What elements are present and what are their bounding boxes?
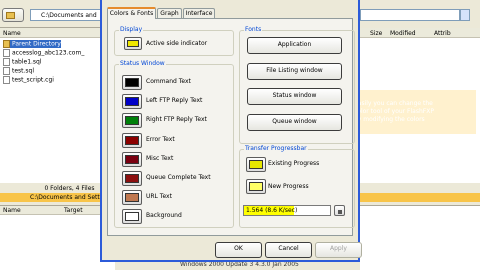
file-list-item[interactable]: accesslog_abc123.com_ (3, 49, 84, 57)
file-list-item[interactable]: test.sql (3, 67, 34, 75)
existing-progress-label: Existing Progress (268, 160, 320, 167)
new-progress-label: New Progress (268, 183, 309, 190)
display-group-title: Display (119, 26, 144, 33)
tab-graph[interactable]: Graph (157, 8, 182, 18)
active-side-indicator-label: Active side indicator (146, 40, 208, 47)
existing-progress-color-button[interactable] (246, 157, 266, 172)
existing-progress-swatch (249, 160, 263, 169)
file-icon (3, 67, 10, 75)
tooltip-line-2: color tool of your FlashFXP (354, 108, 434, 115)
status-color-swatch (125, 97, 139, 107)
status-color-button[interactable] (122, 132, 142, 148)
tooltip-line-1: Easily you can change the (354, 100, 433, 107)
file-name: table1.sql (12, 58, 42, 66)
active-side-indicator-color-button[interactable] (124, 37, 142, 50)
file-name: test.sql (12, 67, 35, 75)
tab-colors-fonts-label: Colors & Fonts (109, 10, 154, 17)
local-path-text: C:\Documents and Sett (30, 194, 100, 201)
progress-preview-text: 1.564 (8.6 K/sec) (246, 207, 298, 214)
status-color-swatch (125, 193, 139, 203)
queue-col-name: Name (3, 207, 21, 214)
status-color-label: Right FTP Reply Text (146, 116, 207, 124)
column-name-header: Name (3, 30, 21, 37)
local-path-bar: C:\Documents and Sett (0, 193, 115, 202)
queue-panel[interactable]: Name Target (0, 205, 115, 270)
remote-list-header[interactable]: Size Modified Attrib (360, 28, 480, 38)
queue-col-target: Target (64, 207, 83, 214)
file-name: Parent Directory (12, 40, 61, 48)
file-list-item[interactable]: test_script.cgi (3, 76, 54, 84)
bottom-text: Windows 2000 Update 3 4.3.0 Jan 2005 (180, 261, 299, 268)
tooltip-overlay: Easily you can change the color tool of … (340, 90, 476, 134)
folder-dropdown[interactable] (2, 8, 24, 22)
lock-icon[interactable] (334, 205, 345, 216)
file-name: test_script.cgi (12, 76, 54, 84)
preferences-dialog: Colors & Fonts Graph Interface Display A… (100, 0, 362, 262)
apply-button[interactable]: Apply (315, 242, 362, 258)
status-color-button[interactable] (122, 151, 142, 167)
status-color-button[interactable] (122, 209, 142, 225)
file-list-header[interactable]: Name (0, 28, 115, 38)
file-icon (3, 58, 10, 66)
progress-preview-bar: 1.564 (8.6 K/sec) (243, 205, 331, 216)
file-icon (3, 49, 10, 57)
path-text: C:\Documents and (41, 12, 97, 19)
application-font-button[interactable]: Application (247, 37, 342, 54)
parent-folder-icon (3, 40, 10, 48)
tooltip-line-3: by modifying the colors (354, 116, 425, 123)
column-size-header: Size (370, 30, 383, 37)
file-icon (3, 76, 10, 84)
active-side-indicator-swatch (127, 40, 139, 47)
status-color-label: Command Text (146, 78, 191, 85)
tab-graph-label: Graph (160, 10, 179, 17)
status-color-swatch (125, 116, 139, 126)
file-listing-window-font-button[interactable]: File Listing window (247, 63, 342, 80)
status-color-label: URL Text (146, 193, 172, 201)
status-color-swatch (125, 154, 139, 164)
status-color-label: Background (146, 212, 182, 220)
column-modified-header: Modified (390, 30, 416, 37)
ok-button[interactable]: OK (215, 242, 262, 258)
status-color-label: Queue Complete Text (146, 174, 211, 181)
queue-header: Name Target (0, 206, 115, 215)
queue-window-font-button[interactable]: Queue window (247, 114, 342, 131)
tab-interface-label: Interface (185, 10, 213, 17)
remote-queue-area (360, 205, 480, 270)
status-color-label: Misc Text (146, 154, 174, 162)
status-color-label: Left FTP Reply Text (146, 97, 203, 105)
status-color-swatch (125, 78, 139, 87)
new-progress-color-button[interactable] (246, 179, 266, 194)
file-list-item[interactable]: table1.sql (3, 58, 42, 66)
tab-interface[interactable]: Interface (183, 8, 215, 18)
status-window-font-button[interactable]: Status window (247, 88, 342, 105)
folder-icon (6, 12, 15, 19)
cancel-button[interactable]: Cancel (265, 242, 312, 258)
remote-path-bar (360, 193, 480, 202)
status-color-button[interactable] (122, 94, 142, 110)
dropdown-arrow-icon[interactable] (460, 9, 470, 21)
transfer-progressbar-group-title: Transfer Progressbar (244, 145, 308, 152)
right-path-combobox[interactable] (360, 9, 460, 21)
file-name: accesslog_abc123.com_ (12, 49, 85, 57)
fonts-group-title: Fonts (244, 26, 263, 33)
tab-colors-fonts[interactable]: Colors & Fonts (107, 7, 156, 19)
status-color-swatch (125, 135, 139, 145)
status-window-group-title: Status Window (119, 60, 166, 67)
column-attrib-header: Attrib (434, 30, 451, 37)
new-progress-swatch (249, 182, 263, 191)
status-color-swatch (125, 212, 139, 222)
status-color-button[interactable] (122, 75, 142, 90)
status-color-button[interactable] (122, 113, 142, 129)
status-color-swatch (125, 174, 139, 183)
left-toolbar: C:\Documents and (0, 0, 115, 28)
remote-status-bar (360, 183, 480, 193)
local-status-bar: 0 Folders, 4 Files (0, 183, 115, 193)
status-color-button[interactable] (122, 171, 142, 186)
status-color-button[interactable] (122, 190, 142, 206)
local-file-list[interactable]: Name Parent Directory accesslog_abc123.co… (0, 28, 115, 183)
status-color-label: Error Text (146, 135, 175, 143)
file-list-item[interactable]: Parent Directory (3, 40, 61, 48)
right-toolbar (360, 0, 480, 28)
local-status-text: 0 Folders, 4 Files (44, 185, 95, 192)
